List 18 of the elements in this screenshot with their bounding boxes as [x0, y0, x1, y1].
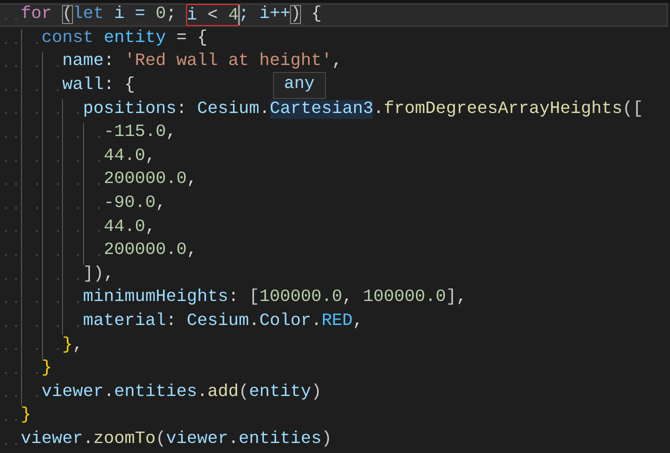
code-line: 44.0,: [0, 215, 668, 239]
code-line: 44.0,: [0, 144, 668, 168]
code-line: ]),: [0, 262, 668, 286]
code-line: -115.0,: [0, 120, 668, 145]
code-line: viewer.entities.add(entity): [0, 380, 668, 404]
code-line: }: [0, 404, 668, 428]
code-line: positions: Cesium.Cartesian3.fromDegreesArrayHeights([: [0, 97, 668, 121]
code-line: viewer.zoomTo(viewer.entities): [0, 428, 668, 452]
code-line: name: 'Red wall at height',: [0, 50, 668, 74]
code-line: },: [0, 333, 668, 357]
code-line: 200000.0,: [0, 238, 668, 263]
code-line: material: Cesium.Color.RED,: [0, 310, 668, 334]
code-line: -90.0,: [0, 192, 668, 216]
code-line: const entity = {: [0, 26, 668, 50]
code-line: minimumHeights: [100000.0, 100000.0],: [0, 286, 668, 310]
code-line: 200000.0,: [0, 168, 668, 192]
code-line: }: [0, 356, 668, 380]
hover-tooltip: any: [273, 72, 326, 99]
